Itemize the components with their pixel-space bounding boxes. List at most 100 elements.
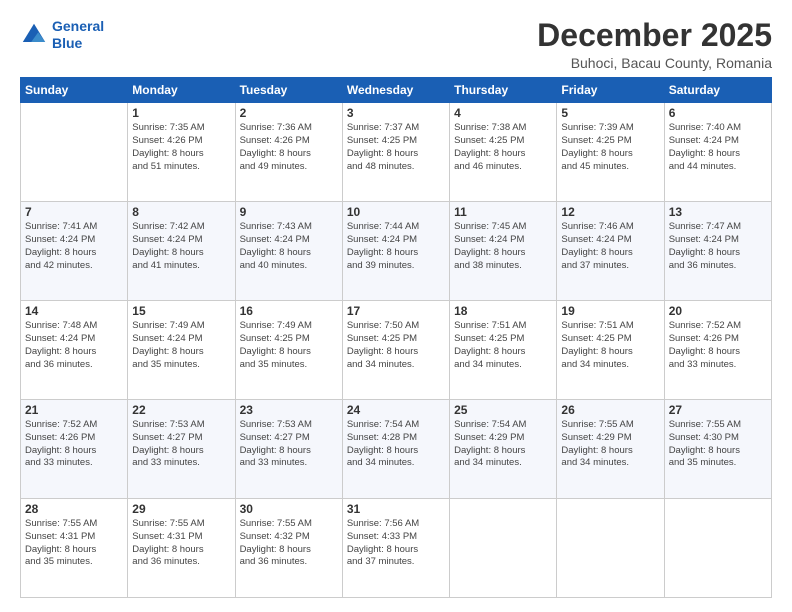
calendar-cell: 26 Sunrise: 7:55 AM Sunset: 4:29 PM Dayli… (557, 400, 664, 499)
day-info: Sunrise: 7:51 AM Sunset: 4:25 PM Dayligh… (454, 320, 552, 371)
calendar-cell: 22 Sunrise: 7:53 AM Sunset: 4:27 PM Dayli… (128, 400, 235, 499)
page: General Blue December 2025 Buhoci, Bacau… (0, 0, 792, 612)
day-info: Sunrise: 7:55 AM Sunset: 4:29 PM Dayligh… (561, 419, 659, 470)
main-title: December 2025 (537, 18, 772, 53)
calendar-cell: 6Sunrise: 7:40 AM Sunset: 4:24 PM Daylig… (664, 103, 771, 202)
calendar-cell: 24 Sunrise: 7:54 AM Sunset: 4:28 PM Dayli… (342, 400, 449, 499)
day-number: 8 (132, 205, 230, 219)
weekday-header: Tuesday (235, 78, 342, 103)
calendar-week-row: 28 Sunrise: 7:55 AM Sunset: 4:31 PM Dayli… (21, 499, 772, 598)
day-number: 28 (25, 502, 123, 516)
day-info: Sunrise: 7:39 AM Sunset: 4:25 PM Dayligh… (561, 122, 659, 173)
day-number: 15 (132, 304, 230, 318)
weekday-header: Friday (557, 78, 664, 103)
day-info: Sunrise: 7:55 AM Sunset: 4:31 PM Dayligh… (25, 518, 123, 569)
day-info: Sunrise: 7:47 AM Sunset: 4:24 PM Dayligh… (669, 221, 767, 272)
calendar-header-row: SundayMondayTuesdayWednesdayThursdayFrid… (21, 78, 772, 103)
day-info: Sunrise: 7:55 AM Sunset: 4:31 PM Dayligh… (132, 518, 230, 569)
day-number: 16 (240, 304, 338, 318)
calendar-cell (21, 103, 128, 202)
day-number: 18 (454, 304, 552, 318)
header: General Blue December 2025 Buhoci, Bacau… (20, 18, 772, 71)
day-info: Sunrise: 7:49 AM Sunset: 4:24 PM Dayligh… (132, 320, 230, 371)
day-info: Sunrise: 7:52 AM Sunset: 4:26 PM Dayligh… (25, 419, 123, 470)
day-info: Sunrise: 7:54 AM Sunset: 4:29 PM Dayligh… (454, 419, 552, 470)
day-info: Sunrise: 7:42 AM Sunset: 4:24 PM Dayligh… (132, 221, 230, 272)
calendar-cell: 16 Sunrise: 7:49 AM Sunset: 4:25 PM Dayli… (235, 301, 342, 400)
day-number: 29 (132, 502, 230, 516)
calendar-week-row: 14 Sunrise: 7:48 AM Sunset: 4:24 PM Dayli… (21, 301, 772, 400)
day-number: 10 (347, 205, 445, 219)
calendar-cell: 28 Sunrise: 7:55 AM Sunset: 4:31 PM Dayli… (21, 499, 128, 598)
day-number: 3 (347, 106, 445, 120)
weekday-header: Monday (128, 78, 235, 103)
calendar-week-row: 21 Sunrise: 7:52 AM Sunset: 4:26 PM Dayli… (21, 400, 772, 499)
calendar-cell: 5Sunrise: 7:39 AM Sunset: 4:25 PM Daylig… (557, 103, 664, 202)
day-number: 12 (561, 205, 659, 219)
calendar-cell: 2 Sunrise: 7:36 AM Sunset: 4:26 PM Daylig… (235, 103, 342, 202)
calendar-cell: 23 Sunrise: 7:53 AM Sunset: 4:27 PM Dayli… (235, 400, 342, 499)
day-info: Sunrise: 7:36 AM Sunset: 4:26 PM Dayligh… (240, 122, 338, 173)
day-number: 21 (25, 403, 123, 417)
day-info: Sunrise: 7:40 AM Sunset: 4:24 PM Dayligh… (669, 122, 767, 173)
day-info: Sunrise: 7:55 AM Sunset: 4:32 PM Dayligh… (240, 518, 338, 569)
calendar-cell: 12Sunrise: 7:46 AM Sunset: 4:24 PM Dayli… (557, 202, 664, 301)
calendar-cell: 27 Sunrise: 7:55 AM Sunset: 4:30 PM Dayli… (664, 400, 771, 499)
calendar-week-row: 7Sunrise: 7:41 AM Sunset: 4:24 PM Daylig… (21, 202, 772, 301)
calendar-cell: 7Sunrise: 7:41 AM Sunset: 4:24 PM Daylig… (21, 202, 128, 301)
day-info: Sunrise: 7:54 AM Sunset: 4:28 PM Dayligh… (347, 419, 445, 470)
day-number: 25 (454, 403, 552, 417)
calendar-cell (664, 499, 771, 598)
day-number: 30 (240, 502, 338, 516)
calendar-cell: 31 Sunrise: 7:56 AM Sunset: 4:33 PM Dayli… (342, 499, 449, 598)
calendar-cell: 3 Sunrise: 7:37 AM Sunset: 4:25 PM Daylig… (342, 103, 449, 202)
day-number: 26 (561, 403, 659, 417)
logo-text: General Blue (52, 18, 104, 52)
calendar-cell (450, 499, 557, 598)
day-number: 24 (347, 403, 445, 417)
calendar-cell: 18 Sunrise: 7:51 AM Sunset: 4:25 PM Dayli… (450, 301, 557, 400)
day-number: 19 (561, 304, 659, 318)
day-info: Sunrise: 7:53 AM Sunset: 4:27 PM Dayligh… (132, 419, 230, 470)
day-info: Sunrise: 7:56 AM Sunset: 4:33 PM Dayligh… (347, 518, 445, 569)
day-info: Sunrise: 7:35 AM Sunset: 4:26 PM Dayligh… (132, 122, 230, 173)
day-number: 14 (25, 304, 123, 318)
weekday-header: Wednesday (342, 78, 449, 103)
calendar-cell: 13 Sunrise: 7:47 AM Sunset: 4:24 PM Dayli… (664, 202, 771, 301)
day-number: 2 (240, 106, 338, 120)
day-info: Sunrise: 7:51 AM Sunset: 4:25 PM Dayligh… (561, 320, 659, 371)
title-block: December 2025 Buhoci, Bacau County, Roma… (537, 18, 772, 71)
calendar-cell: 9Sunrise: 7:43 AM Sunset: 4:24 PM Daylig… (235, 202, 342, 301)
day-number: 31 (347, 502, 445, 516)
weekday-header: Sunday (21, 78, 128, 103)
subtitle: Buhoci, Bacau County, Romania (537, 55, 772, 71)
day-number: 20 (669, 304, 767, 318)
day-info: Sunrise: 7:55 AM Sunset: 4:30 PM Dayligh… (669, 419, 767, 470)
calendar-cell: 14 Sunrise: 7:48 AM Sunset: 4:24 PM Dayli… (21, 301, 128, 400)
day-info: Sunrise: 7:43 AM Sunset: 4:24 PM Dayligh… (240, 221, 338, 272)
calendar-cell: 21 Sunrise: 7:52 AM Sunset: 4:26 PM Dayli… (21, 400, 128, 499)
day-info: Sunrise: 7:50 AM Sunset: 4:25 PM Dayligh… (347, 320, 445, 371)
calendar-cell: 10Sunrise: 7:44 AM Sunset: 4:24 PM Dayli… (342, 202, 449, 301)
day-info: Sunrise: 7:38 AM Sunset: 4:25 PM Dayligh… (454, 122, 552, 173)
day-info: Sunrise: 7:48 AM Sunset: 4:24 PM Dayligh… (25, 320, 123, 371)
day-info: Sunrise: 7:41 AM Sunset: 4:24 PM Dayligh… (25, 221, 123, 272)
day-number: 13 (669, 205, 767, 219)
calendar-cell: 15 Sunrise: 7:49 AM Sunset: 4:24 PM Dayli… (128, 301, 235, 400)
weekday-header: Saturday (664, 78, 771, 103)
calendar-cell: 19 Sunrise: 7:51 AM Sunset: 4:25 PM Dayli… (557, 301, 664, 400)
logo-icon (20, 21, 48, 49)
day-number: 23 (240, 403, 338, 417)
calendar-cell: 20Sunrise: 7:52 AM Sunset: 4:26 PM Dayli… (664, 301, 771, 400)
calendar-cell: 1Sunrise: 7:35 AM Sunset: 4:26 PM Daylig… (128, 103, 235, 202)
weekday-header: Thursday (450, 78, 557, 103)
day-number: 22 (132, 403, 230, 417)
day-number: 11 (454, 205, 552, 219)
calendar-cell: 4Sunrise: 7:38 AM Sunset: 4:25 PM Daylig… (450, 103, 557, 202)
day-info: Sunrise: 7:53 AM Sunset: 4:27 PM Dayligh… (240, 419, 338, 470)
day-number: 27 (669, 403, 767, 417)
day-info: Sunrise: 7:37 AM Sunset: 4:25 PM Dayligh… (347, 122, 445, 173)
calendar-cell: 8 Sunrise: 7:42 AM Sunset: 4:24 PM Daylig… (128, 202, 235, 301)
calendar-cell: 17Sunrise: 7:50 AM Sunset: 4:25 PM Dayli… (342, 301, 449, 400)
day-info: Sunrise: 7:49 AM Sunset: 4:25 PM Dayligh… (240, 320, 338, 371)
